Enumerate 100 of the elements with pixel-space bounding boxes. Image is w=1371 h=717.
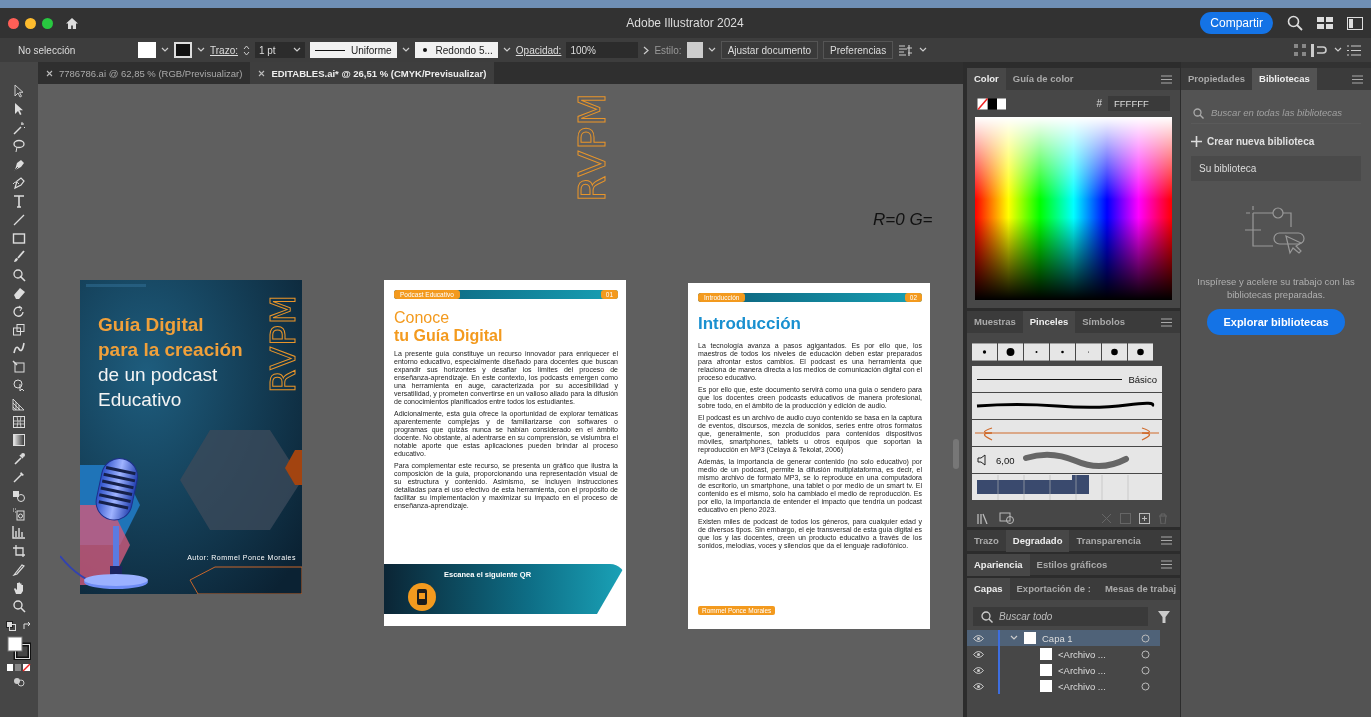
brush-dropdown[interactable]: Redondo 5... [414, 42, 498, 58]
warp-icon[interactable] [12, 341, 26, 356]
isolate-icon[interactable] [1311, 43, 1329, 57]
scrollbar[interactable] [953, 439, 959, 469]
panel-tab[interactable]: Mesas de trabaj [1097, 578, 1184, 600]
panel-tab[interactable]: Apariencia [967, 553, 1030, 576]
color-swatches-icon[interactable] [977, 97, 1007, 110]
pointer-icon[interactable] [12, 84, 26, 98]
panel-menu-icon[interactable] [1161, 74, 1172, 84]
gradient-icon[interactable] [12, 433, 26, 448]
brush-row[interactable]: Básico [972, 366, 1162, 392]
line-icon[interactable] [12, 212, 26, 227]
panel-menu-icon[interactable] [1161, 317, 1172, 327]
home-icon[interactable] [65, 16, 79, 30]
knife-icon[interactable] [12, 562, 26, 577]
type-icon[interactable] [12, 194, 26, 209]
share-button[interactable]: Compartir [1200, 12, 1273, 34]
panel-tab[interactable]: Trazo [967, 529, 1006, 552]
charcoal-brush-stroke[interactable] [972, 393, 1162, 419]
panel-tab[interactable]: Estilos gráficos [1029, 553, 1115, 576]
document-tab[interactable]: EDITABLES.ai* @ 26,51 % (CMYK/Previsualizar) [250, 62, 495, 84]
panel-tab[interactable]: Exportación de : [1009, 578, 1098, 600]
opacity-field[interactable]: 100% [566, 42, 639, 58]
mesh-icon[interactable] [12, 415, 26, 430]
layer-row[interactable]: <Archivo ... [967, 662, 1160, 678]
caret-icon[interactable] [919, 47, 928, 53]
fill-swatch[interactable] [138, 42, 156, 58]
caret-icon[interactable] [161, 47, 169, 53]
zoom-icon[interactable] [12, 598, 26, 613]
shape-builder-icon[interactable] [12, 378, 26, 393]
panel-menu-icon[interactable] [1161, 536, 1172, 545]
layer-row[interactable]: <Archivo ... [967, 678, 1160, 694]
stepper-icon[interactable] [242, 44, 250, 56]
search-field[interactable]: Buscar todo [973, 607, 1148, 626]
caret-icon[interactable] [292, 47, 301, 53]
panel-tab[interactable]: Propiedades [1181, 68, 1253, 90]
panel-tab[interactable]: Pinceles [1022, 311, 1076, 333]
panel-menu-icon[interactable] [1352, 74, 1363, 84]
caret-icon[interactable] [197, 47, 205, 53]
workspace-icon[interactable] [1317, 17, 1333, 29]
grid-icon[interactable] [12, 396, 26, 411]
pen-icon[interactable] [12, 157, 26, 172]
draw-mode-icon[interactable] [13, 676, 25, 687]
brush-row[interactable]: 6,00 [972, 447, 1162, 473]
style-swatch[interactable] [686, 42, 703, 58]
eye-icon[interactable] [973, 634, 984, 642]
close-icon[interactable] [46, 69, 53, 77]
panel-tab[interactable]: Transparencia [1069, 529, 1148, 552]
panel-tab[interactable]: Color [967, 68, 1006, 90]
color-spectrum[interactable] [975, 117, 1172, 300]
scale-icon[interactable] [12, 323, 26, 338]
panel-layout-icon[interactable] [1347, 16, 1363, 30]
align-icon[interactable] [898, 43, 915, 57]
panel-tab[interactable]: Capas [967, 578, 1010, 600]
window-control-button[interactable] [8, 17, 19, 29]
window-control-button[interactable] [42, 17, 53, 29]
eyedropper-icon[interactable] [12, 451, 26, 466]
library-item[interactable]: Su biblioteca [1191, 156, 1361, 181]
lasso-icon[interactable] [12, 139, 26, 154]
bar-graph-icon[interactable] [12, 525, 26, 540]
create-library-button[interactable]: Crear nueva biblioteca [1191, 136, 1361, 147]
panel-tab[interactable]: Bibliotecas [1252, 68, 1317, 90]
stroke-label[interactable]: Trazo: [210, 44, 238, 56]
rectangle-icon[interactable] [12, 231, 26, 246]
panel-tab[interactable]: Símbolos [1075, 311, 1133, 333]
hex-field[interactable]: FFFFFF [1108, 96, 1170, 111]
explore-button[interactable]: Explorar bibliotecas [1207, 309, 1345, 335]
sprayer-icon[interactable] [12, 507, 26, 521]
eye-icon[interactable] [973, 666, 984, 674]
stroke-swatch[interactable] [174, 42, 192, 58]
fill-stroke-icon[interactable] [7, 635, 31, 660]
caret-icon[interactable] [707, 47, 716, 53]
hand-icon[interactable] [12, 580, 26, 595]
eye-icon[interactable] [973, 682, 984, 690]
panel-tab[interactable]: Guía de color [1005, 68, 1081, 90]
stroke-profile-dropdown[interactable]: Uniforme [309, 42, 397, 58]
eraser-icon[interactable] [12, 286, 26, 301]
stroke-weight-field[interactable]: 1 pt [254, 42, 305, 58]
brush-icon[interactable] [12, 249, 26, 264]
brush-options-icon[interactable] [999, 512, 1015, 524]
default-colors-icon[interactable] [6, 621, 16, 632]
toolbar-button[interactable]: Ajustar documento [720, 41, 819, 59]
eye-icon[interactable] [973, 650, 984, 658]
blend-icon[interactable] [12, 488, 26, 503]
filter-icon[interactable] [1158, 610, 1170, 623]
pattern-brush-stroke[interactable] [972, 474, 1162, 500]
close-icon[interactable] [258, 69, 266, 77]
artboard-icon[interactable] [12, 543, 26, 558]
new-brush-icon[interactable] [1139, 512, 1150, 524]
document-tab[interactable]: 7786786.ai @ 62,85 % (RGB/Previsualizar) [38, 62, 251, 84]
swap-icon[interactable] [22, 621, 32, 632]
layer-row[interactable]: <Archivo ... [967, 646, 1160, 662]
panel-tab[interactable]: Degradado [1005, 529, 1070, 552]
chevron-right-icon[interactable] [643, 45, 650, 55]
rotate-icon[interactable] [12, 304, 26, 319]
eyedropper-icon[interactable] [12, 470, 26, 485]
list-icon[interactable] [1347, 44, 1361, 56]
window-control-button[interactable] [25, 17, 36, 29]
wand-icon[interactable] [12, 120, 26, 135]
caret-icon[interactable] [1334, 47, 1342, 53]
